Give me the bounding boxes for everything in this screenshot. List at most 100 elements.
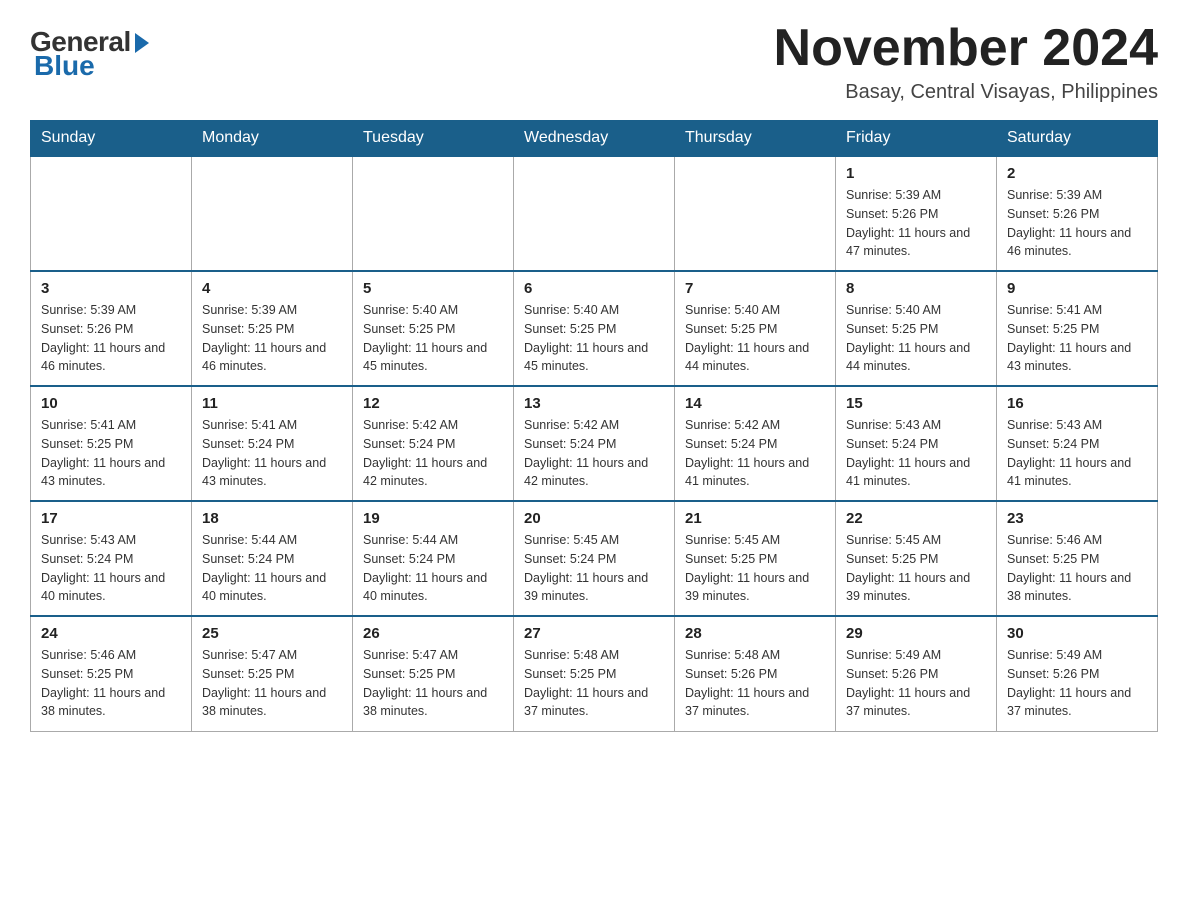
day-number: 28 <box>685 625 825 642</box>
day-info: Sunrise: 5:43 AMSunset: 5:24 PMDaylight:… <box>846 416 986 491</box>
day-info: Sunrise: 5:43 AMSunset: 5:24 PMDaylight:… <box>41 531 181 606</box>
day-info: Sunrise: 5:43 AMSunset: 5:24 PMDaylight:… <box>1007 416 1147 491</box>
calendar-header-row: SundayMondayTuesdayWednesdayThursdayFrid… <box>31 121 1158 157</box>
calendar-cell: 27 Sunrise: 5:48 AMSunset: 5:25 PMDayligh… <box>514 616 675 731</box>
calendar-cell <box>514 156 675 271</box>
day-number: 15 <box>846 395 986 412</box>
day-info: Sunrise: 5:40 AMSunset: 5:25 PMDaylight:… <box>524 301 664 376</box>
day-info: Sunrise: 5:44 AMSunset: 5:24 PMDaylight:… <box>202 531 342 606</box>
calendar-cell <box>31 156 192 271</box>
day-number: 5 <box>363 280 503 297</box>
weekday-header-sunday: Sunday <box>31 121 192 157</box>
calendar-cell: 30 Sunrise: 5:49 AMSunset: 5:26 PMDayligh… <box>997 616 1158 731</box>
day-info: Sunrise: 5:45 AMSunset: 5:24 PMDaylight:… <box>524 531 664 606</box>
calendar-week-row: 1 Sunrise: 5:39 AMSunset: 5:26 PMDaylight… <box>31 156 1158 271</box>
calendar-cell: 2 Sunrise: 5:39 AMSunset: 5:26 PMDaylight… <box>997 156 1158 271</box>
day-number: 19 <box>363 510 503 527</box>
location-title: Basay, Central Visayas, Philippines <box>774 81 1158 104</box>
day-info: Sunrise: 5:41 AMSunset: 5:25 PMDaylight:… <box>1007 301 1147 376</box>
day-info: Sunrise: 5:42 AMSunset: 5:24 PMDaylight:… <box>524 416 664 491</box>
calendar-cell: 3 Sunrise: 5:39 AMSunset: 5:26 PMDaylight… <box>31 271 192 386</box>
calendar-cell: 8 Sunrise: 5:40 AMSunset: 5:25 PMDaylight… <box>836 271 997 386</box>
calendar-cell: 25 Sunrise: 5:47 AMSunset: 5:25 PMDayligh… <box>192 616 353 731</box>
day-number: 10 <box>41 395 181 412</box>
day-info: Sunrise: 5:49 AMSunset: 5:26 PMDaylight:… <box>1007 646 1147 721</box>
day-number: 23 <box>1007 510 1147 527</box>
day-info: Sunrise: 5:39 AMSunset: 5:26 PMDaylight:… <box>846 186 986 261</box>
day-info: Sunrise: 5:41 AMSunset: 5:24 PMDaylight:… <box>202 416 342 491</box>
calendar-week-row: 24Sunrise: 5:46 AMSunset: 5:25 PMDayligh… <box>31 616 1158 731</box>
day-number: 3 <box>41 280 181 297</box>
weekday-header-saturday: Saturday <box>997 121 1158 157</box>
calendar-cell: 16Sunrise: 5:43 AMSunset: 5:24 PMDayligh… <box>997 386 1158 501</box>
calendar-cell: 6 Sunrise: 5:40 AMSunset: 5:25 PMDaylight… <box>514 271 675 386</box>
calendar-cell: 23 Sunrise: 5:46 AMSunset: 5:25 PMDayligh… <box>997 501 1158 616</box>
day-number: 18 <box>202 510 342 527</box>
day-info: Sunrise: 5:47 AMSunset: 5:25 PMDaylight:… <box>363 646 503 721</box>
day-number: 29 <box>846 625 986 642</box>
day-number: 22 <box>846 510 986 527</box>
logo-blue-text: Blue <box>34 50 95 82</box>
day-number: 11 <box>202 395 342 412</box>
day-info: Sunrise: 5:45 AMSunset: 5:25 PMDaylight:… <box>685 531 825 606</box>
calendar-cell: 12 Sunrise: 5:42 AMSunset: 5:24 PMDayligh… <box>353 386 514 501</box>
day-info: Sunrise: 5:40 AMSunset: 5:25 PMDaylight:… <box>363 301 503 376</box>
calendar-cell <box>353 156 514 271</box>
calendar-cell: 1 Sunrise: 5:39 AMSunset: 5:26 PMDaylight… <box>836 156 997 271</box>
day-info: Sunrise: 5:49 AMSunset: 5:26 PMDaylight:… <box>846 646 986 721</box>
day-info: Sunrise: 5:42 AMSunset: 5:24 PMDaylight:… <box>685 416 825 491</box>
day-number: 9 <box>1007 280 1147 297</box>
day-number: 25 <box>202 625 342 642</box>
day-info: Sunrise: 5:42 AMSunset: 5:24 PMDaylight:… <box>363 416 503 491</box>
calendar-cell: 28Sunrise: 5:48 AMSunset: 5:26 PMDayligh… <box>675 616 836 731</box>
day-number: 21 <box>685 510 825 527</box>
day-number: 26 <box>363 625 503 642</box>
day-number: 30 <box>1007 625 1147 642</box>
calendar-cell: 4Sunrise: 5:39 AMSunset: 5:25 PMDaylight… <box>192 271 353 386</box>
calendar-cell: 17 Sunrise: 5:43 AMSunset: 5:24 PMDayligh… <box>31 501 192 616</box>
page-header: General Blue November 2024 Basay, Centra… <box>30 20 1158 104</box>
day-info: Sunrise: 5:48 AMSunset: 5:25 PMDaylight:… <box>524 646 664 721</box>
calendar-cell: 13 Sunrise: 5:42 AMSunset: 5:24 PMDayligh… <box>514 386 675 501</box>
day-number: 6 <box>524 280 664 297</box>
day-info: Sunrise: 5:40 AMSunset: 5:25 PMDaylight:… <box>685 301 825 376</box>
calendar-cell <box>675 156 836 271</box>
day-info: Sunrise: 5:45 AMSunset: 5:25 PMDaylight:… <box>846 531 986 606</box>
calendar-cell: 9 Sunrise: 5:41 AMSunset: 5:25 PMDaylight… <box>997 271 1158 386</box>
weekday-header-wednesday: Wednesday <box>514 121 675 157</box>
logo-arrow-icon <box>135 33 149 53</box>
day-number: 17 <box>41 510 181 527</box>
month-title: November 2024 <box>774 20 1158 77</box>
day-info: Sunrise: 5:40 AMSunset: 5:25 PMDaylight:… <box>846 301 986 376</box>
day-info: Sunrise: 5:39 AMSunset: 5:26 PMDaylight:… <box>1007 186 1147 261</box>
day-info: Sunrise: 5:39 AMSunset: 5:25 PMDaylight:… <box>202 301 342 376</box>
day-number: 2 <box>1007 165 1147 182</box>
day-info: Sunrise: 5:41 AMSunset: 5:25 PMDaylight:… <box>41 416 181 491</box>
calendar-cell: 24Sunrise: 5:46 AMSunset: 5:25 PMDayligh… <box>31 616 192 731</box>
calendar-cell: 21 Sunrise: 5:45 AMSunset: 5:25 PMDayligh… <box>675 501 836 616</box>
day-number: 24 <box>41 625 181 642</box>
calendar-cell: 22 Sunrise: 5:45 AMSunset: 5:25 PMDayligh… <box>836 501 997 616</box>
calendar-cell: 14Sunrise: 5:42 AMSunset: 5:24 PMDayligh… <box>675 386 836 501</box>
calendar-cell: 11 Sunrise: 5:41 AMSunset: 5:24 PMDayligh… <box>192 386 353 501</box>
weekday-header-thursday: Thursday <box>675 121 836 157</box>
day-number: 13 <box>524 395 664 412</box>
calendar-cell: 26 Sunrise: 5:47 AMSunset: 5:25 PMDayligh… <box>353 616 514 731</box>
day-number: 20 <box>524 510 664 527</box>
calendar-week-row: 10 Sunrise: 5:41 AMSunset: 5:25 PMDayligh… <box>31 386 1158 501</box>
day-number: 8 <box>846 280 986 297</box>
calendar-week-row: 17 Sunrise: 5:43 AMSunset: 5:24 PMDayligh… <box>31 501 1158 616</box>
day-number: 27 <box>524 625 664 642</box>
logo: General Blue <box>30 20 149 82</box>
day-info: Sunrise: 5:47 AMSunset: 5:25 PMDaylight:… <box>202 646 342 721</box>
calendar-cell: 10 Sunrise: 5:41 AMSunset: 5:25 PMDayligh… <box>31 386 192 501</box>
calendar-cell: 18 Sunrise: 5:44 AMSunset: 5:24 PMDayligh… <box>192 501 353 616</box>
calendar-cell: 19Sunrise: 5:44 AMSunset: 5:24 PMDayligh… <box>353 501 514 616</box>
day-number: 1 <box>846 165 986 182</box>
weekday-header-tuesday: Tuesday <box>353 121 514 157</box>
day-number: 12 <box>363 395 503 412</box>
day-info: Sunrise: 5:46 AMSunset: 5:25 PMDaylight:… <box>1007 531 1147 606</box>
calendar-cell: 7Sunrise: 5:40 AMSunset: 5:25 PMDaylight… <box>675 271 836 386</box>
day-info: Sunrise: 5:39 AMSunset: 5:26 PMDaylight:… <box>41 301 181 376</box>
calendar-cell: 5 Sunrise: 5:40 AMSunset: 5:25 PMDaylight… <box>353 271 514 386</box>
